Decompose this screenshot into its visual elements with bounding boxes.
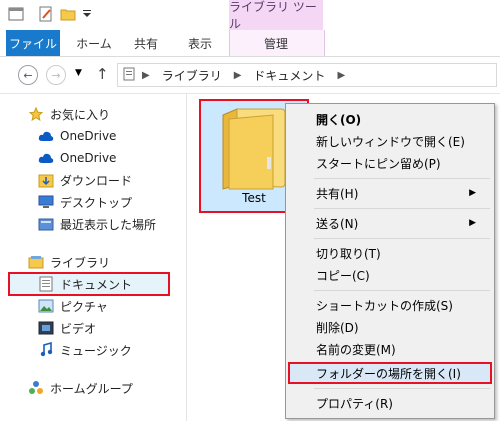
nav-label: ライブラリ xyxy=(50,255,111,270)
nav-music[interactable]: ミュージック xyxy=(38,340,132,360)
up-arrow-icon[interactable]: ↑ xyxy=(96,65,109,83)
nav-label: お気に入り xyxy=(50,107,111,122)
cloud-icon xyxy=(38,128,54,144)
nav-pictures[interactable]: ピクチャ xyxy=(38,296,108,316)
nav-onedrive-1[interactable]: OneDrive xyxy=(38,126,116,146)
nav-favorites[interactable]: お気に入り xyxy=(28,104,110,124)
nav-label: ピクチャ xyxy=(60,299,108,314)
nav-label: OneDrive xyxy=(60,151,117,165)
breadcrumb-separator-icon[interactable]: ▶ xyxy=(234,70,242,81)
submenu-arrow-icon: ▶ xyxy=(469,218,476,228)
address-bar[interactable]: ▶ ライブラリ ▶ ドキュメント ▶ xyxy=(117,63,497,87)
tab-manage[interactable]: 管理 xyxy=(229,30,323,56)
menu-separator xyxy=(314,178,490,179)
folder-icon xyxy=(215,105,293,194)
forward-button[interactable]: → xyxy=(46,65,66,85)
recent-locations-chevron-icon[interactable]: ▼ xyxy=(75,68,82,78)
nav-label: 最近表示した場所 xyxy=(60,217,157,232)
star-icon xyxy=(28,106,44,122)
navigation-pane: お気に入り OneDrive OneDrive ダウンロード デスクトップ 最近… xyxy=(0,94,187,421)
breadcrumb-library[interactable]: ライブラリ xyxy=(162,67,222,84)
forward-arrow-icon: → xyxy=(51,68,61,82)
library-location-icon xyxy=(122,67,136,84)
nav-downloads[interactable]: ダウンロード xyxy=(38,170,132,190)
videos-icon xyxy=(38,320,54,336)
menu-properties[interactable]: プロパティ(R) xyxy=(316,392,393,414)
music-icon xyxy=(38,342,54,358)
nav-label: ビデオ xyxy=(60,321,97,336)
menu-rename[interactable]: 名前の変更(M) xyxy=(316,338,396,360)
menu-delete[interactable]: 削除(D) xyxy=(316,316,359,338)
title-bar: ライブラリ ツール xyxy=(0,0,500,31)
menu-separator xyxy=(314,388,490,389)
nav-recent-places[interactable]: 最近表示した場所 xyxy=(38,214,156,234)
nav-label: ミュージック xyxy=(60,343,132,358)
back-arrow-icon: ← xyxy=(23,68,33,82)
breadcrumb-separator-icon[interactable]: ▶ xyxy=(337,70,345,81)
recent-places-icon xyxy=(38,216,54,232)
nav-desktop[interactable]: デスクトップ xyxy=(38,192,132,212)
nav-label: ホームグループ xyxy=(50,381,133,396)
menu-open-new-window[interactable]: 新しいウィンドウで開く(E) xyxy=(316,130,465,152)
nav-documents[interactable]: ドキュメント xyxy=(38,274,132,294)
menu-open[interactable]: 開く(O) xyxy=(316,108,361,130)
menu-send-to[interactable]: 送る(N) ▶ xyxy=(316,212,486,234)
pictures-icon xyxy=(38,298,54,314)
nav-homegroup[interactable]: ホームグループ xyxy=(28,378,133,398)
tab-home[interactable]: ホーム xyxy=(72,30,116,56)
window-icon xyxy=(8,6,24,22)
tab-share[interactable]: 共有 xyxy=(126,30,166,56)
back-button[interactable]: ← xyxy=(18,65,38,85)
menu-pin-to-start[interactable]: スタートにピン留め(P) xyxy=(316,152,441,174)
breadcrumb-documents[interactable]: ドキュメント xyxy=(253,67,325,84)
documents-icon xyxy=(38,276,54,292)
nav-onedrive-2[interactable]: OneDrive xyxy=(38,148,116,168)
menu-open-folder-location[interactable]: フォルダーの場所を開く(I) xyxy=(316,362,461,384)
download-folder-icon xyxy=(38,172,54,188)
menu-share[interactable]: 共有(H) ▶ xyxy=(316,182,486,204)
menu-separator xyxy=(314,238,490,239)
menu-label: 送る(N) xyxy=(316,216,359,231)
nav-videos[interactable]: ビデオ xyxy=(38,318,96,338)
nav-libraries[interactable]: ライブラリ xyxy=(28,252,110,272)
menu-separator xyxy=(314,290,490,291)
nav-label: ドキュメント xyxy=(60,277,133,292)
menu-create-shortcut[interactable]: ショートカットの作成(S) xyxy=(316,294,453,316)
menu-label: 共有(H) xyxy=(316,186,359,201)
desktop-icon xyxy=(38,194,54,210)
submenu-arrow-icon: ▶ xyxy=(469,188,476,198)
ribbon-tabs: ファイル ホーム 共有 表示 管理 xyxy=(0,30,500,57)
properties-icon[interactable] xyxy=(38,6,54,22)
nav-label: OneDrive xyxy=(60,129,117,143)
context-menu: 開く(O) 新しいウィンドウで開く(E) スタートにピン留め(P) 共有(H) … xyxy=(285,103,495,419)
nav-label: ダウンロード xyxy=(60,173,133,188)
new-folder-icon[interactable] xyxy=(60,6,76,22)
menu-cut[interactable]: 切り取り(T) xyxy=(316,242,381,264)
customize-toolbar-chevron-icon[interactable] xyxy=(82,9,98,25)
cloud-icon xyxy=(38,150,54,166)
address-row: ← → ▼ ↑ ▶ ライブラリ ▶ ドキュメント ▶ xyxy=(0,57,500,94)
library-icon xyxy=(28,254,44,270)
library-tools-header: ライブラリ ツール xyxy=(229,0,323,31)
tab-view[interactable]: 表示 xyxy=(180,30,220,56)
menu-copy[interactable]: コピー(C) xyxy=(316,264,370,286)
homegroup-icon xyxy=(28,380,44,396)
menu-separator xyxy=(314,208,490,209)
breadcrumb-separator-icon[interactable]: ▶ xyxy=(142,70,150,81)
tab-file[interactable]: ファイル xyxy=(6,30,60,56)
nav-label: デスクトップ xyxy=(60,195,133,210)
